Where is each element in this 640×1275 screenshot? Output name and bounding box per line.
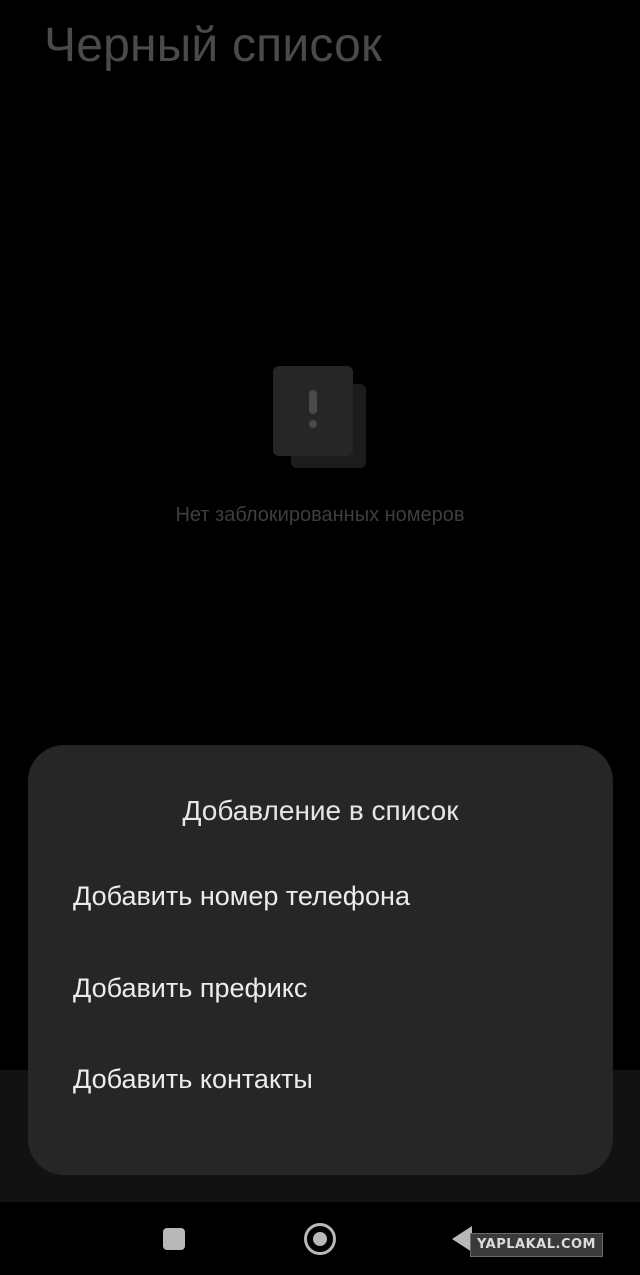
- add-phone-number-label: Добавить номер телефона: [73, 881, 410, 911]
- home-circle-inner: [313, 1232, 327, 1246]
- add-prefix-option[interactable]: Добавить префикс: [28, 949, 613, 1039]
- exclamation-card-icon: [273, 366, 369, 470]
- add-phone-number-option[interactable]: Добавить номер телефона: [28, 857, 613, 947]
- add-to-list-dialog: Добавление в список Добавить номер телеф…: [28, 745, 613, 1175]
- page-title: Черный список: [44, 19, 383, 72]
- recents-square-icon[interactable]: [163, 1228, 185, 1250]
- exclamation-bar: [309, 390, 317, 414]
- add-contacts-option[interactable]: Добавить контакты: [28, 1040, 613, 1130]
- back-triangle-icon[interactable]: [452, 1226, 472, 1252]
- add-prefix-label: Добавить префикс: [73, 973, 308, 1003]
- exclamation-dot: [309, 420, 317, 428]
- empty-state-message: Нет заблокированных номеров: [175, 504, 465, 526]
- watermark-label: YAPLAKAL.COM: [470, 1233, 603, 1257]
- dialog-title: Добавление в список: [182, 795, 459, 826]
- blacklist-screen: Черный список Нет заблокированных номеро…: [0, 0, 640, 1275]
- card-front-shape: [273, 366, 353, 456]
- add-contacts-label: Добавить контакты: [73, 1064, 313, 1094]
- home-circle-icon[interactable]: [304, 1223, 336, 1255]
